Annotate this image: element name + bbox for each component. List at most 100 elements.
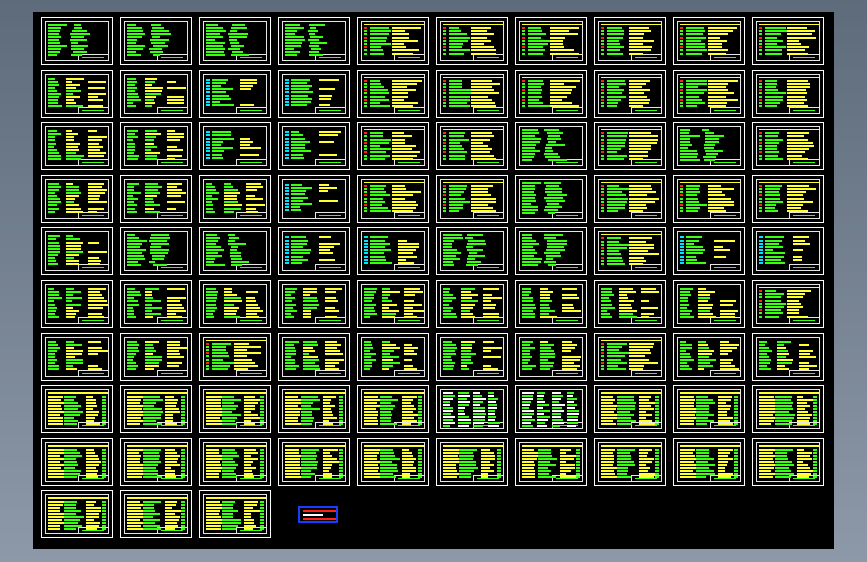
drawing-sheet[interactable] bbox=[357, 227, 429, 276]
drawing-sheet[interactable] bbox=[594, 280, 666, 328]
drawing-sheet[interactable] bbox=[199, 490, 271, 539]
drawing-sheet[interactable] bbox=[515, 17, 587, 65]
text-block bbox=[522, 356, 533, 359]
drawing-sheet[interactable] bbox=[436, 280, 508, 328]
drawing-sheet[interactable] bbox=[752, 385, 824, 434]
drawing-sheet[interactable] bbox=[594, 69, 666, 118]
drawing-sheet[interactable] bbox=[752, 17, 824, 65]
drawing-sheet[interactable] bbox=[278, 122, 350, 171]
drawing-sheet[interactable] bbox=[357, 385, 429, 434]
drawing-sheet[interactable] bbox=[594, 227, 666, 276]
drawing-sheet[interactable] bbox=[120, 437, 192, 486]
drawing-sheet[interactable] bbox=[278, 69, 350, 118]
drawing-sheet[interactable] bbox=[120, 490, 192, 539]
drawing-sheet[interactable] bbox=[436, 122, 508, 171]
drawing-sheet[interactable] bbox=[357, 17, 429, 65]
drawing-sheet[interactable] bbox=[515, 280, 587, 328]
drawing-sheet[interactable] bbox=[752, 437, 824, 486]
drawing-sheet[interactable] bbox=[436, 69, 508, 118]
drawing-sheet[interactable] bbox=[515, 227, 587, 276]
drawing-sheet[interactable] bbox=[278, 437, 350, 486]
drawing-sheet[interactable] bbox=[120, 17, 192, 65]
drawing-sheet[interactable] bbox=[436, 437, 508, 486]
drawing-sheet[interactable] bbox=[357, 122, 429, 171]
drawing-sheet[interactable] bbox=[41, 174, 113, 223]
drawing-sheet[interactable] bbox=[515, 122, 587, 171]
drawing-sheet[interactable] bbox=[673, 280, 745, 328]
drawing-sheet[interactable] bbox=[199, 385, 271, 434]
drawing-sheet[interactable] bbox=[199, 437, 271, 486]
drawing-sheet[interactable] bbox=[199, 17, 271, 65]
text-block bbox=[488, 407, 498, 410]
drawing-sheet[interactable] bbox=[752, 280, 824, 328]
text-block bbox=[655, 460, 659, 463]
drawing-sheet[interactable] bbox=[673, 122, 745, 171]
drawing-sheet[interactable] bbox=[278, 17, 350, 65]
drawing-sheet[interactable] bbox=[436, 227, 508, 276]
drawing-sheet[interactable] bbox=[515, 437, 587, 486]
drawing-sheet[interactable] bbox=[199, 69, 271, 118]
drawing-sheet[interactable] bbox=[673, 69, 745, 118]
drawing-sheet[interactable] bbox=[357, 174, 429, 223]
drawing-sheet[interactable] bbox=[752, 174, 824, 223]
drawing-sheet[interactable] bbox=[357, 69, 429, 118]
drawing-sheet[interactable] bbox=[120, 385, 192, 434]
drawing-sheet[interactable] bbox=[594, 332, 666, 381]
drawing-sheet[interactable] bbox=[752, 69, 824, 118]
drawing-sheet[interactable] bbox=[515, 332, 587, 381]
drawing-sheet[interactable] bbox=[752, 227, 824, 276]
drawing-sheet[interactable] bbox=[594, 17, 666, 65]
drawing-sheet[interactable] bbox=[120, 227, 192, 276]
drawing-sheet[interactable] bbox=[673, 227, 745, 276]
drawing-sheet[interactable] bbox=[120, 122, 192, 171]
drawing-sheet[interactable] bbox=[199, 280, 271, 328]
drawing-sheet[interactable] bbox=[436, 174, 508, 223]
drawing-sheet[interactable] bbox=[41, 385, 113, 434]
drawing-sheet[interactable] bbox=[120, 174, 192, 223]
drawing-sheet[interactable] bbox=[41, 280, 113, 328]
drawing-sheet[interactable] bbox=[278, 332, 350, 381]
drawing-sheet[interactable] bbox=[41, 69, 113, 118]
drawing-sheet[interactable] bbox=[436, 17, 508, 65]
drawing-sheet[interactable] bbox=[199, 227, 271, 276]
drawing-sheet[interactable] bbox=[594, 437, 666, 486]
drawing-sheet[interactable] bbox=[357, 280, 429, 328]
drawing-sheet[interactable] bbox=[515, 385, 587, 434]
drawing-sheet[interactable] bbox=[673, 17, 745, 65]
drawing-sheet[interactable] bbox=[199, 174, 271, 223]
drawing-sheet[interactable] bbox=[41, 332, 113, 381]
drawing-sheet[interactable] bbox=[199, 122, 271, 171]
drawing-sheet[interactable] bbox=[357, 437, 429, 486]
drawing-sheet[interactable] bbox=[199, 332, 271, 381]
drawing-sheet[interactable] bbox=[515, 69, 587, 118]
drawing-sheet[interactable] bbox=[436, 332, 508, 381]
drawing-sheet[interactable] bbox=[120, 332, 192, 381]
text-block bbox=[325, 309, 340, 312]
drawing-sheet[interactable] bbox=[41, 227, 113, 276]
drawing-sheet[interactable] bbox=[515, 174, 587, 223]
drawing-sheet[interactable] bbox=[594, 122, 666, 171]
drawing-canvas[interactable] bbox=[33, 12, 834, 549]
drawing-sheet[interactable] bbox=[752, 122, 824, 171]
drawing-sheet[interactable] bbox=[120, 280, 192, 328]
drawing-sheet[interactable] bbox=[41, 437, 113, 486]
text-block bbox=[686, 245, 704, 248]
drawing-sheet[interactable] bbox=[673, 332, 745, 381]
drawing-sheet[interactable] bbox=[594, 385, 666, 434]
drawing-sheet[interactable] bbox=[357, 332, 429, 381]
drawing-sheet[interactable] bbox=[278, 227, 350, 276]
drawing-sheet[interactable] bbox=[41, 490, 113, 539]
drawing-sheet[interactable] bbox=[673, 385, 745, 434]
drawing-sheet[interactable] bbox=[594, 174, 666, 223]
drawing-sheet[interactable] bbox=[278, 174, 350, 223]
drawing-sheet[interactable] bbox=[278, 280, 350, 328]
drawing-sheet[interactable] bbox=[278, 385, 350, 434]
drawing-sheet[interactable] bbox=[436, 385, 508, 434]
text-block bbox=[522, 349, 531, 352]
drawing-sheet[interactable] bbox=[41, 17, 113, 65]
drawing-sheet[interactable] bbox=[673, 437, 745, 486]
drawing-sheet[interactable] bbox=[41, 122, 113, 171]
drawing-sheet[interactable] bbox=[120, 69, 192, 118]
drawing-sheet[interactable] bbox=[752, 332, 824, 381]
drawing-sheet[interactable] bbox=[673, 174, 745, 223]
